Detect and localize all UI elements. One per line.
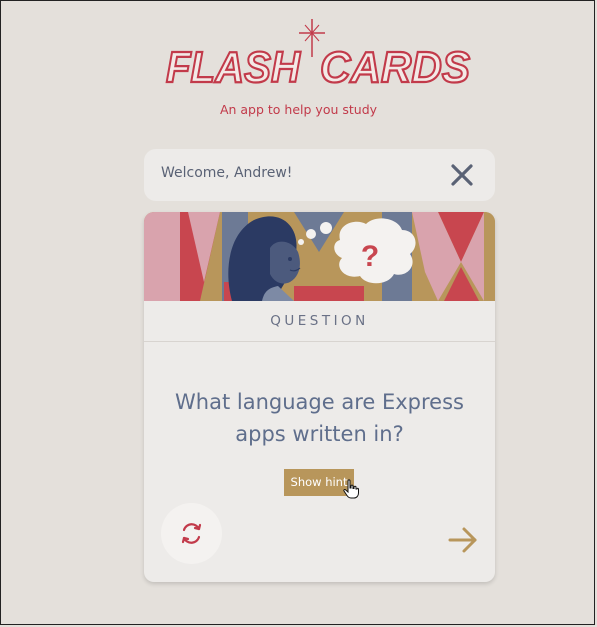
card-side-label: QUESTION (144, 301, 495, 342)
welcome-bar: Welcome, Andrew! (144, 149, 495, 201)
logo-word-flash: FLASH (166, 43, 301, 92)
question-text: What language are Express apps written i… (175, 390, 464, 446)
flip-cycle-icon (181, 523, 202, 544)
close-icon[interactable] (449, 162, 475, 188)
flip-card-button[interactable] (161, 503, 222, 564)
welcome-message: Welcome, Andrew! (161, 165, 293, 181)
flash-card: ? QUESTION What language are Express app… (144, 212, 495, 582)
hand-cursor-icon (343, 479, 359, 499)
question-mark: ? (361, 240, 379, 273)
flash-cards-logo: FLASH CARDS (165, 19, 471, 93)
arrow-right-icon[interactable] (447, 526, 479, 554)
card-banner-illustration: ? (144, 212, 495, 301)
logo-word-cards: CARDS (320, 43, 470, 92)
tagline: An app to help you study (219, 102, 378, 117)
